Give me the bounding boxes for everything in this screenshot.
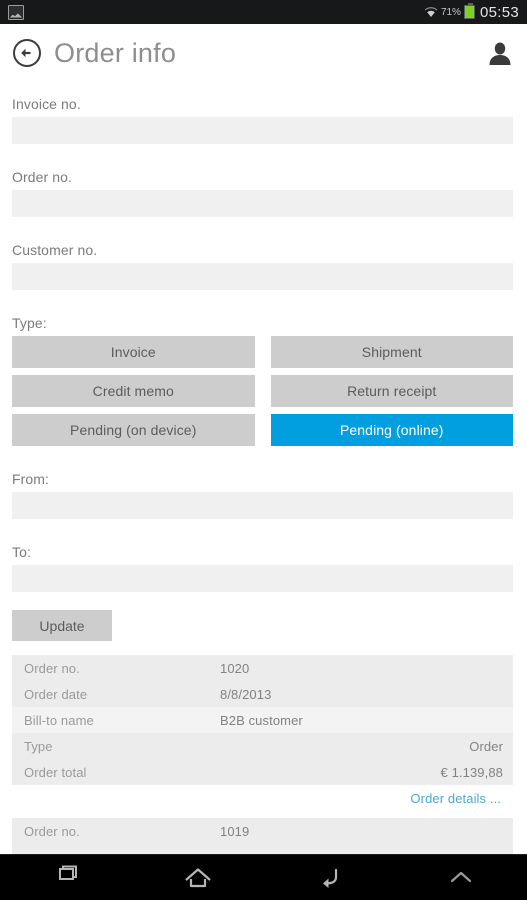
type-option-pending-online[interactable]: Pending (online) (270, 414, 513, 446)
back-circle-arrow-icon[interactable] (12, 38, 42, 68)
status-bar-system-icons: 71% 05:53 (424, 3, 519, 21)
row-label: Bill-to name (24, 712, 94, 728)
table-row: Bill-to name B2B customer (12, 707, 513, 733)
type-option-credit-memo[interactable]: Credit memo (12, 375, 255, 407)
battery-percent-label: 71% (440, 6, 461, 18)
battery-icon (463, 3, 475, 19)
status-bar-clock: 05:53 (479, 3, 519, 21)
recents-squares-icon[interactable] (31, 855, 101, 900)
row-label: Order no. (24, 823, 80, 839)
app-header: Order info (0, 24, 527, 82)
android-status-bar: 71% 05:53 (0, 0, 527, 24)
row-label: Order total (24, 764, 87, 780)
table-row: Order no. 1019 (12, 818, 513, 844)
chevron-up-icon[interactable] (426, 855, 496, 900)
type-label: Type: (12, 315, 47, 331)
order-result-card[interactable]: Order no. 1020 Order date 8/8/2013 Bill-… (12, 655, 513, 806)
invoice-no-label: Invoice no. (12, 96, 81, 112)
row-value: Order (469, 738, 503, 754)
back-arrow-icon[interactable] (294, 855, 364, 900)
type-option-invoice[interactable]: Invoice (12, 336, 255, 368)
type-option-shipment[interactable]: Shipment (270, 336, 513, 368)
update-button[interactable]: Update (12, 610, 112, 641)
type-option-return-receipt[interactable]: Return receipt (270, 375, 513, 407)
table-row: Type Order (12, 733, 513, 759)
page-title: Order info (54, 37, 177, 68)
order-details-link[interactable]: Order details ... (410, 791, 501, 806)
order-no-input[interactable] (12, 190, 513, 217)
form-scroll-area[interactable]: Invoice no. Order no. Customer no. Type:… (0, 82, 527, 855)
customer-no-input[interactable] (12, 263, 513, 290)
row-value: 1019 (220, 823, 250, 839)
order-details-link-row: Order details ... (12, 785, 513, 806)
user-person-icon[interactable] (487, 40, 513, 66)
row-label: Type (24, 738, 53, 754)
type-button-grid: Invoice Shipment Credit memo Return rece… (12, 336, 513, 446)
table-row: Order no. 1020 (12, 655, 513, 681)
from-input[interactable] (12, 492, 513, 519)
from-label: From: (12, 471, 50, 487)
home-icon[interactable] (163, 855, 233, 900)
row-label: Order no. (24, 660, 80, 676)
invoice-no-input[interactable] (12, 117, 513, 144)
customer-no-label: Customer no. (12, 242, 98, 258)
row-value: 8/8/2013 (220, 686, 272, 702)
android-navigation-bar (0, 854, 527, 900)
row-value: € 1.139,88 (440, 764, 503, 780)
type-option-pending-on-device[interactable]: Pending (on device) (12, 414, 255, 446)
wifi-icon (424, 6, 438, 18)
to-label: To: (12, 544, 31, 560)
to-input[interactable] (12, 565, 513, 592)
table-row: Order total € 1.139,88 (12, 759, 513, 785)
row-label: Order date (24, 686, 88, 702)
table-row: Order date 8/8/2013 (12, 681, 513, 707)
device-screen: 71% 05:53 Order info Invoice no. Order n… (0, 0, 527, 900)
image-screenshot-icon (8, 4, 24, 20)
row-value: 1020 (220, 660, 250, 676)
order-result-card[interactable]: Order no. 1019 (12, 818, 513, 855)
order-no-label: Order no. (12, 169, 73, 185)
status-bar-notifications (8, 4, 24, 20)
row-value: B2B customer (220, 712, 303, 728)
